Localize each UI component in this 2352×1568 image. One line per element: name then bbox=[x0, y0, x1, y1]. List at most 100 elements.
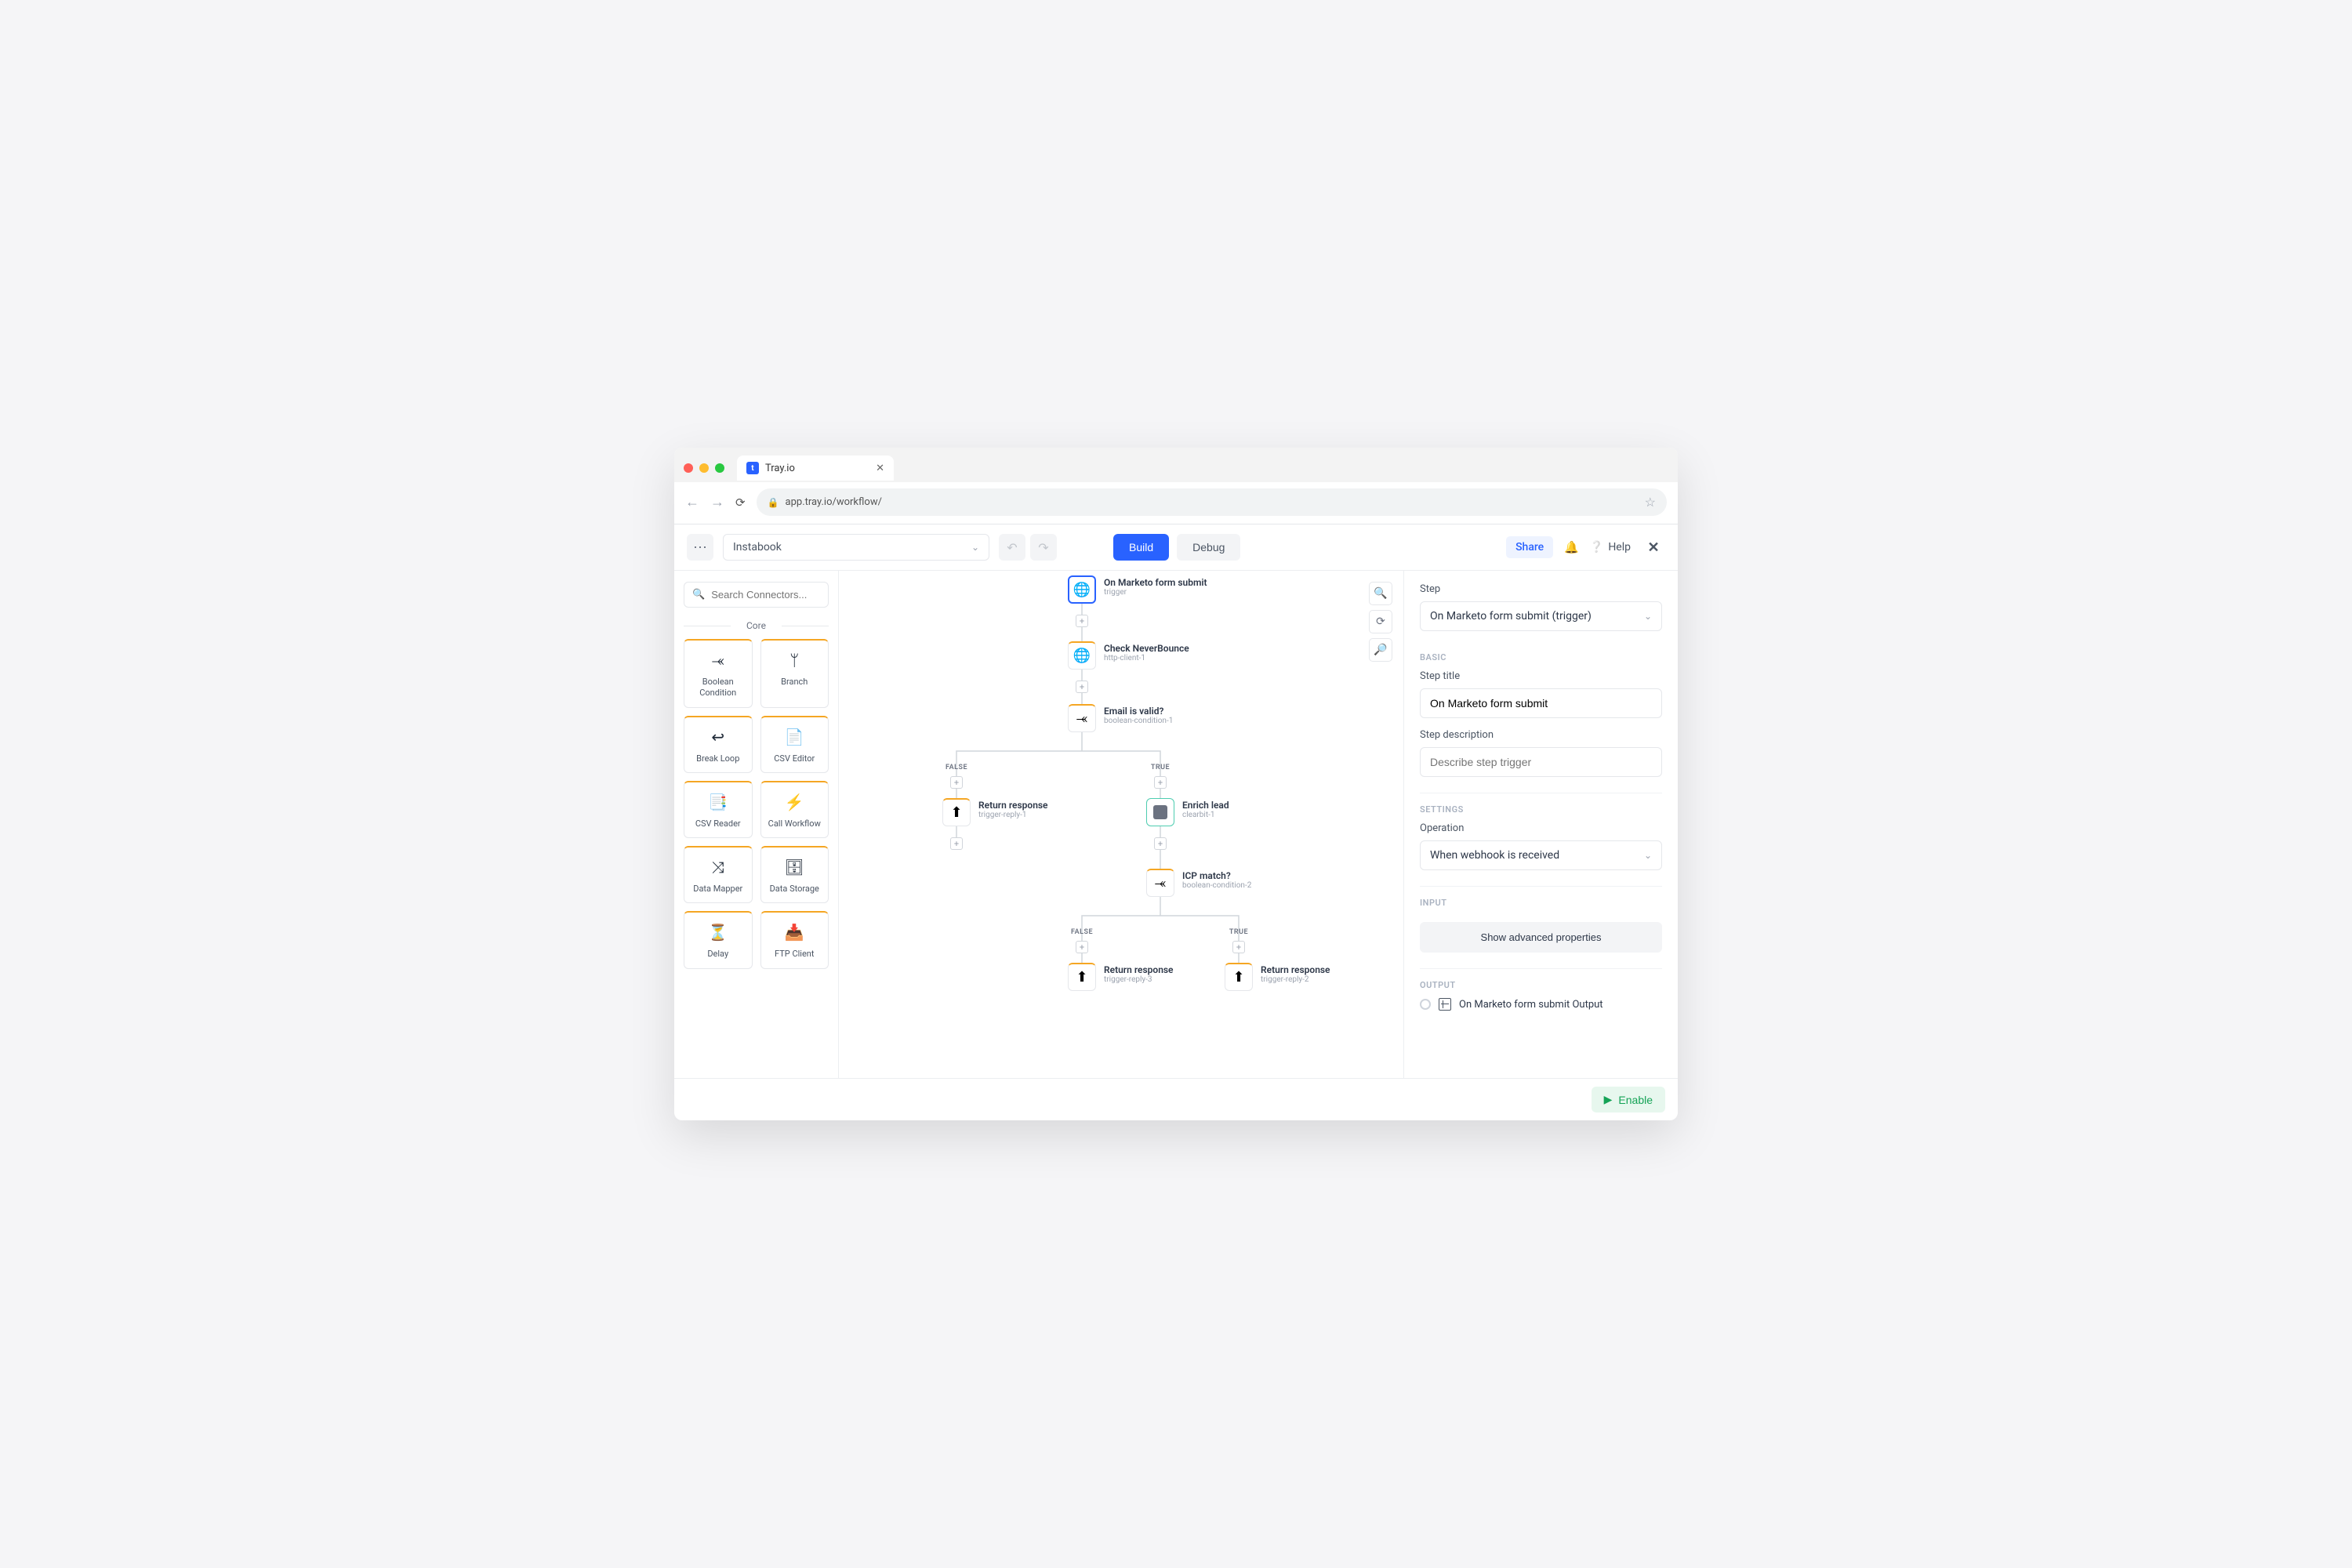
node-return-response-1[interactable]: ⬆ Return responsetrigger-reply-1 bbox=[942, 798, 1048, 826]
basic-section-header: BASIC bbox=[1420, 648, 1662, 662]
chevron-down-icon: ⌄ bbox=[971, 542, 979, 553]
connector-data-storage[interactable]: 🗄Data Storage bbox=[760, 846, 829, 903]
node-return-response-3[interactable]: ⬆ Return responsetrigger-reply-3 bbox=[1068, 963, 1174, 991]
enable-label: Enable bbox=[1618, 1094, 1653, 1106]
connector-branch[interactable]: ᛘBranch bbox=[760, 639, 829, 708]
node-return-response-2[interactable]: ⬆ Return responsetrigger-reply-2 bbox=[1225, 963, 1330, 991]
tab-close-icon[interactable]: ✕ bbox=[876, 463, 884, 474]
globe-icon: 🌐 bbox=[1068, 575, 1096, 604]
title-label: Step title bbox=[1420, 670, 1662, 682]
step-description-input[interactable] bbox=[1420, 747, 1662, 777]
globe-icon: 🌐 bbox=[1068, 641, 1096, 670]
add-step-button[interactable]: + bbox=[950, 776, 963, 789]
connector-data-mapper[interactable]: ⤨Data Mapper bbox=[684, 846, 753, 903]
step-select[interactable]: On Marketo form submit (trigger) ⌄ bbox=[1420, 601, 1662, 631]
window-maximize-icon[interactable] bbox=[715, 463, 724, 473]
bookmark-star-icon[interactable]: ☆ bbox=[1645, 495, 1656, 510]
url-text: app.tray.io/workflow/ bbox=[786, 496, 882, 508]
traffic-lights bbox=[684, 463, 724, 473]
chevron-down-icon: ⌄ bbox=[1644, 611, 1652, 622]
window-minimize-icon[interactable] bbox=[699, 463, 709, 473]
share-button[interactable]: Share bbox=[1506, 536, 1553, 558]
add-step-button[interactable]: + bbox=[1076, 941, 1088, 953]
help-label: Help bbox=[1608, 541, 1631, 554]
add-step-button[interactable]: + bbox=[1154, 837, 1167, 850]
ftp-icon: 📥 bbox=[785, 922, 804, 942]
notifications-icon[interactable]: 🔔 bbox=[1564, 540, 1579, 554]
address-bar[interactable]: 🔒 app.tray.io/workflow/ ☆ bbox=[757, 488, 1667, 516]
clearbit-icon bbox=[1146, 798, 1174, 826]
connector-boolean-condition[interactable]: ⤛Boolean Condition bbox=[684, 639, 753, 708]
boolean-icon: ⤛ bbox=[1068, 704, 1096, 732]
step-title-input[interactable] bbox=[1420, 688, 1662, 718]
node-check-neverbounce[interactable]: 🌐 Check NeverBouncehttp-client-1 bbox=[1068, 641, 1189, 670]
node-email-valid[interactable]: ⤛ Email is valid?boolean-condition-1 bbox=[1068, 704, 1173, 732]
mapper-icon: ⤨ bbox=[712, 857, 724, 877]
description-label: Step description bbox=[1420, 729, 1662, 741]
nav-back-icon[interactable]: ← bbox=[685, 494, 699, 510]
operation-label: Operation bbox=[1420, 822, 1662, 834]
search-input[interactable]: 🔍 bbox=[684, 582, 829, 608]
nav-forward-icon[interactable]: → bbox=[710, 494, 724, 510]
close-button[interactable]: ✕ bbox=[1642, 535, 1665, 559]
settings-section-header: SETTINGS bbox=[1420, 793, 1662, 815]
connector-grid: ⤛Boolean Condition ᛘBranch ↩Break Loop 📄… bbox=[684, 639, 829, 969]
build-button[interactable]: Build bbox=[1113, 534, 1169, 561]
output-value: On Marketo form submit Output bbox=[1459, 999, 1603, 1011]
connector-break-loop[interactable]: ↩Break Loop bbox=[684, 716, 753, 773]
step-label: Step bbox=[1420, 583, 1662, 595]
operation-select[interactable]: When webhook is received ⌄ bbox=[1420, 840, 1662, 870]
topbar: ⋯ Instabook ⌄ ↶ ↷ Build Debug Share 🔔 ❔ … bbox=[674, 524, 1678, 571]
radio-icon[interactable] bbox=[1420, 999, 1431, 1010]
search-field[interactable] bbox=[711, 589, 839, 601]
connector-csv-reader[interactable]: 📑CSV Reader bbox=[684, 781, 753, 838]
csv-edit-icon: 📄 bbox=[785, 727, 804, 747]
sidebar: 🔍 Core ⤛Boolean Condition ᛘBranch ↩Break… bbox=[674, 571, 839, 1078]
reply-icon: ⬆ bbox=[1225, 963, 1253, 991]
branch-true-label: TRUE bbox=[1229, 928, 1248, 936]
properties-panel: Step On Marketo form submit (trigger) ⌄ … bbox=[1403, 571, 1678, 1078]
add-step-button[interactable]: + bbox=[950, 837, 963, 850]
window-close-icon[interactable] bbox=[684, 463, 693, 473]
enable-button[interactable]: ▶ Enable bbox=[1592, 1087, 1665, 1112]
loop-icon: ↩ bbox=[711, 727, 724, 747]
add-step-button[interactable]: + bbox=[1154, 776, 1167, 789]
main: 🔍 Core ⤛Boolean Condition ᛘBranch ↩Break… bbox=[674, 571, 1678, 1078]
reload-icon[interactable]: ⟳ bbox=[735, 495, 746, 510]
connector-call-workflow[interactable]: ⚡Call Workflow bbox=[760, 781, 829, 838]
csv-read-icon: 📑 bbox=[708, 792, 728, 812]
undo-button[interactable]: ↶ bbox=[999, 534, 1025, 561]
footer: ▶ Enable bbox=[674, 1078, 1678, 1120]
node-icp-match[interactable]: ⤛ ICP match?boolean-condition-2 bbox=[1146, 869, 1251, 897]
node-enrich-lead[interactable]: Enrich leadclearbit-1 bbox=[1146, 798, 1229, 826]
branch-true-label: TRUE bbox=[1151, 764, 1170, 771]
storage-icon: 🗄 bbox=[785, 857, 804, 877]
add-step-button[interactable]: + bbox=[1076, 681, 1088, 693]
step-title-field[interactable] bbox=[1430, 697, 1652, 710]
show-advanced-button[interactable]: Show advanced properties bbox=[1420, 922, 1662, 953]
search-icon: 🔍 bbox=[692, 589, 705, 601]
menu-button[interactable]: ⋯ bbox=[687, 534, 713, 561]
sidebar-section-header: Core bbox=[684, 620, 829, 631]
branch-false-label: FALSE bbox=[1071, 928, 1093, 936]
workflow-select[interactable]: Instabook ⌄ bbox=[723, 534, 989, 561]
input-section-header: INPUT bbox=[1420, 886, 1662, 908]
connector-delay[interactable]: ⏳Delay bbox=[684, 911, 753, 968]
help-button[interactable]: ❔ Help bbox=[1590, 541, 1631, 554]
add-step-button[interactable]: + bbox=[1232, 941, 1245, 953]
mode-buttons: Build Debug bbox=[1113, 534, 1240, 561]
play-icon: ▶ bbox=[1604, 1093, 1613, 1106]
browser-tab[interactable]: t Tray.io ✕ bbox=[737, 456, 894, 481]
favicon-icon: t bbox=[746, 462, 759, 474]
add-step-button[interactable]: + bbox=[1076, 615, 1088, 627]
node-trigger[interactable]: 🌐 On Marketo form submittrigger bbox=[1068, 575, 1207, 604]
canvas[interactable]: 🔍 ⟳ 🔎 bbox=[839, 571, 1403, 1078]
bolt-icon: ⚡ bbox=[785, 792, 804, 812]
connector-ftp-client[interactable]: 📥FTP Client bbox=[760, 911, 829, 968]
address-row: ← → ⟳ 🔒 app.tray.io/workflow/ ☆ bbox=[674, 482, 1678, 524]
step-description-field[interactable] bbox=[1430, 756, 1652, 768]
connector-csv-editor[interactable]: 📄CSV Editor bbox=[760, 716, 829, 773]
debug-button[interactable]: Debug bbox=[1177, 534, 1240, 561]
output-row[interactable]: On Marketo form submit Output bbox=[1420, 998, 1662, 1011]
redo-button[interactable]: ↷ bbox=[1030, 534, 1057, 561]
